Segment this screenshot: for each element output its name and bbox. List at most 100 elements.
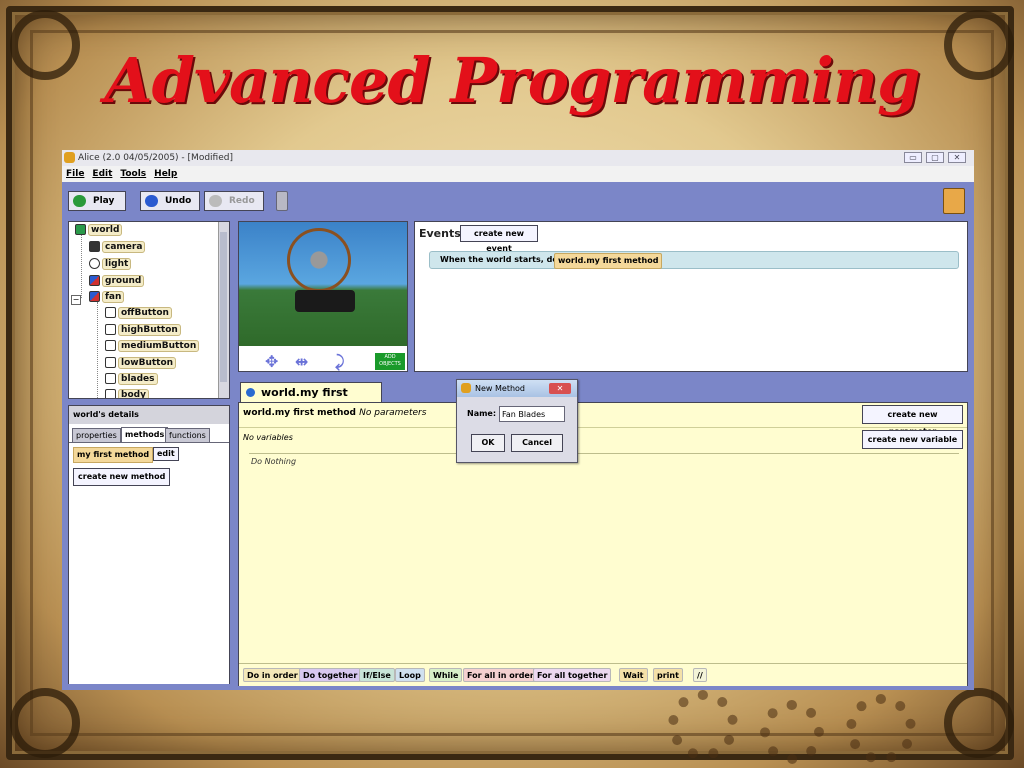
- world-view: ✥ ⇹ ⤸ ADD OBJECTS: [238, 221, 408, 372]
- camera-icon: [89, 241, 100, 252]
- editor-tab[interactable]: world.my first method: [240, 382, 382, 418]
- create-new-variable-button[interactable]: create new variable: [862, 430, 963, 449]
- minimize-button[interactable]: ▭: [904, 152, 922, 163]
- edit-method-button[interactable]: edit: [153, 447, 179, 461]
- create-new-parameter-button[interactable]: create new parameter: [862, 405, 963, 436]
- tree-item-camera[interactable]: camera: [89, 240, 146, 254]
- corner-ornament-bottom-left: [10, 688, 80, 758]
- maximize-button[interactable]: ▢: [926, 152, 944, 163]
- while-tile[interactable]: While: [429, 668, 463, 682]
- tree-item-label: mediumButton: [118, 340, 200, 352]
- tree-item-label: world: [88, 224, 123, 236]
- create-new-event-button[interactable]: create new event: [460, 225, 538, 253]
- tree-item-label: light: [102, 258, 132, 270]
- event-row[interactable]: When the world starts, do world.my first…: [429, 251, 959, 269]
- add-objects-button[interactable]: ADD OBJECTS: [375, 353, 405, 370]
- dialog-titlebar: New Method ✕: [457, 380, 577, 397]
- collapse-toggle[interactable]: −: [71, 295, 81, 305]
- method-body[interactable]: Do Nothing: [251, 457, 296, 466]
- divider: [239, 427, 967, 428]
- tree-item-offbutton[interactable]: offButton: [105, 306, 172, 320]
- lightbulb-icon: [89, 258, 100, 269]
- add-objects-label: ADD: [384, 354, 396, 360]
- menu-tools[interactable]: Tools: [120, 166, 146, 182]
- variables-label: No variables: [243, 433, 293, 442]
- details-panel: world's details properties methods funct…: [68, 405, 230, 684]
- tree-item-fan[interactable]: fan: [89, 290, 125, 304]
- scene-render: [239, 222, 407, 346]
- for-all-in-order-tile[interactable]: For all in order: [463, 668, 538, 682]
- menu-edit[interactable]: Edit: [92, 166, 112, 182]
- menu-help[interactable]: Help: [154, 166, 177, 182]
- tab-functions[interactable]: functions: [165, 428, 210, 442]
- play-button[interactable]: Play: [68, 191, 126, 211]
- tree-item-label: lowButton: [118, 357, 177, 369]
- tree-item-body[interactable]: body: [105, 388, 149, 398]
- divider: [249, 453, 959, 454]
- event-when-text: When the world starts,: [440, 255, 544, 264]
- clipboard-icon[interactable]: [943, 188, 965, 214]
- tilt-control-icon[interactable]: ⤸: [335, 354, 345, 370]
- method-name-input[interactable]: [499, 406, 565, 422]
- tree-item-label: offButton: [118, 307, 172, 319]
- ok-button[interactable]: OK: [471, 434, 505, 452]
- slide-title: Advanced Programming: [104, 44, 921, 117]
- gear-icon: [668, 690, 738, 760]
- move-control-icon[interactable]: ✥: [265, 354, 278, 370]
- part-icon: [105, 357, 116, 368]
- trash-icon[interactable]: [276, 191, 288, 211]
- tree-item-light[interactable]: light: [89, 257, 132, 271]
- comment-tile[interactable]: //: [693, 668, 707, 682]
- alice-app-icon: [461, 383, 471, 393]
- tab-methods[interactable]: methods: [121, 427, 169, 442]
- alice-app-icon: [64, 152, 75, 163]
- part-icon: [105, 340, 116, 351]
- close-window-button[interactable]: ✕: [948, 152, 966, 163]
- gear-icon: [760, 700, 824, 764]
- for-all-together-tile[interactable]: For all together: [533, 668, 612, 682]
- window-title: Alice (2.0 04/05/2005) - [Modified]: [78, 153, 233, 163]
- cancel-button[interactable]: Cancel: [511, 434, 563, 452]
- method-item[interactable]: my first method: [73, 447, 154, 463]
- object-icon: [89, 291, 100, 302]
- create-new-method-button[interactable]: create new method: [73, 468, 171, 486]
- wait-tile[interactable]: Wait: [619, 668, 648, 682]
- print-tile[interactable]: print: [653, 668, 683, 682]
- menu-file[interactable]: File: [66, 166, 84, 182]
- pan-control-icon[interactable]: ⇹: [295, 354, 308, 370]
- tree-scrollbar[interactable]: [218, 222, 229, 398]
- events-panel: Events create new event When the world s…: [414, 221, 968, 372]
- scrollbar-thumb[interactable]: [220, 232, 227, 382]
- do-in-order-tile[interactable]: Do in order: [243, 668, 302, 682]
- tree-item-mediumbutton[interactable]: mediumButton: [105, 339, 200, 353]
- if-else-tile[interactable]: If/Else: [359, 668, 395, 682]
- tree-item-label: fan: [102, 291, 125, 303]
- redo-label: Redo: [229, 196, 255, 206]
- tree-item-blades[interactable]: blades: [105, 372, 158, 386]
- tree-item-highbutton[interactable]: highButton: [105, 323, 181, 337]
- object-tree: − world camera light ground fan offButto…: [68, 221, 230, 399]
- close-icon[interactable]: ✕: [549, 383, 571, 394]
- corner-ornament-bottom-right: [944, 688, 1014, 758]
- tree-connector: [97, 302, 98, 398]
- do-together-tile[interactable]: Do together: [299, 668, 362, 682]
- tree-item-label: ground: [102, 275, 145, 287]
- details-header: world's details: [69, 406, 229, 424]
- tree-item-label: body: [118, 389, 149, 398]
- add-objects-label: OBJECTS: [379, 361, 401, 367]
- gear-icon: [846, 694, 916, 764]
- part-icon: [105, 389, 116, 398]
- redo-button[interactable]: Redo: [204, 191, 264, 211]
- tree-item-world[interactable]: world: [75, 223, 123, 237]
- play-label: Play: [93, 196, 115, 206]
- tree-item-ground[interactable]: ground: [89, 274, 145, 288]
- event-method-tile[interactable]: world.my first method: [554, 253, 663, 269]
- events-title: Events: [419, 227, 461, 240]
- new-method-dialog: New Method ✕ Name: OK Cancel: [456, 379, 578, 463]
- globe-icon: [75, 224, 86, 235]
- undo-icon: [145, 195, 158, 207]
- tree-item-lowbutton[interactable]: lowButton: [105, 356, 177, 370]
- tab-properties[interactable]: properties: [72, 428, 121, 442]
- undo-button[interactable]: Undo: [140, 191, 200, 211]
- loop-tile[interactable]: Loop: [395, 668, 425, 682]
